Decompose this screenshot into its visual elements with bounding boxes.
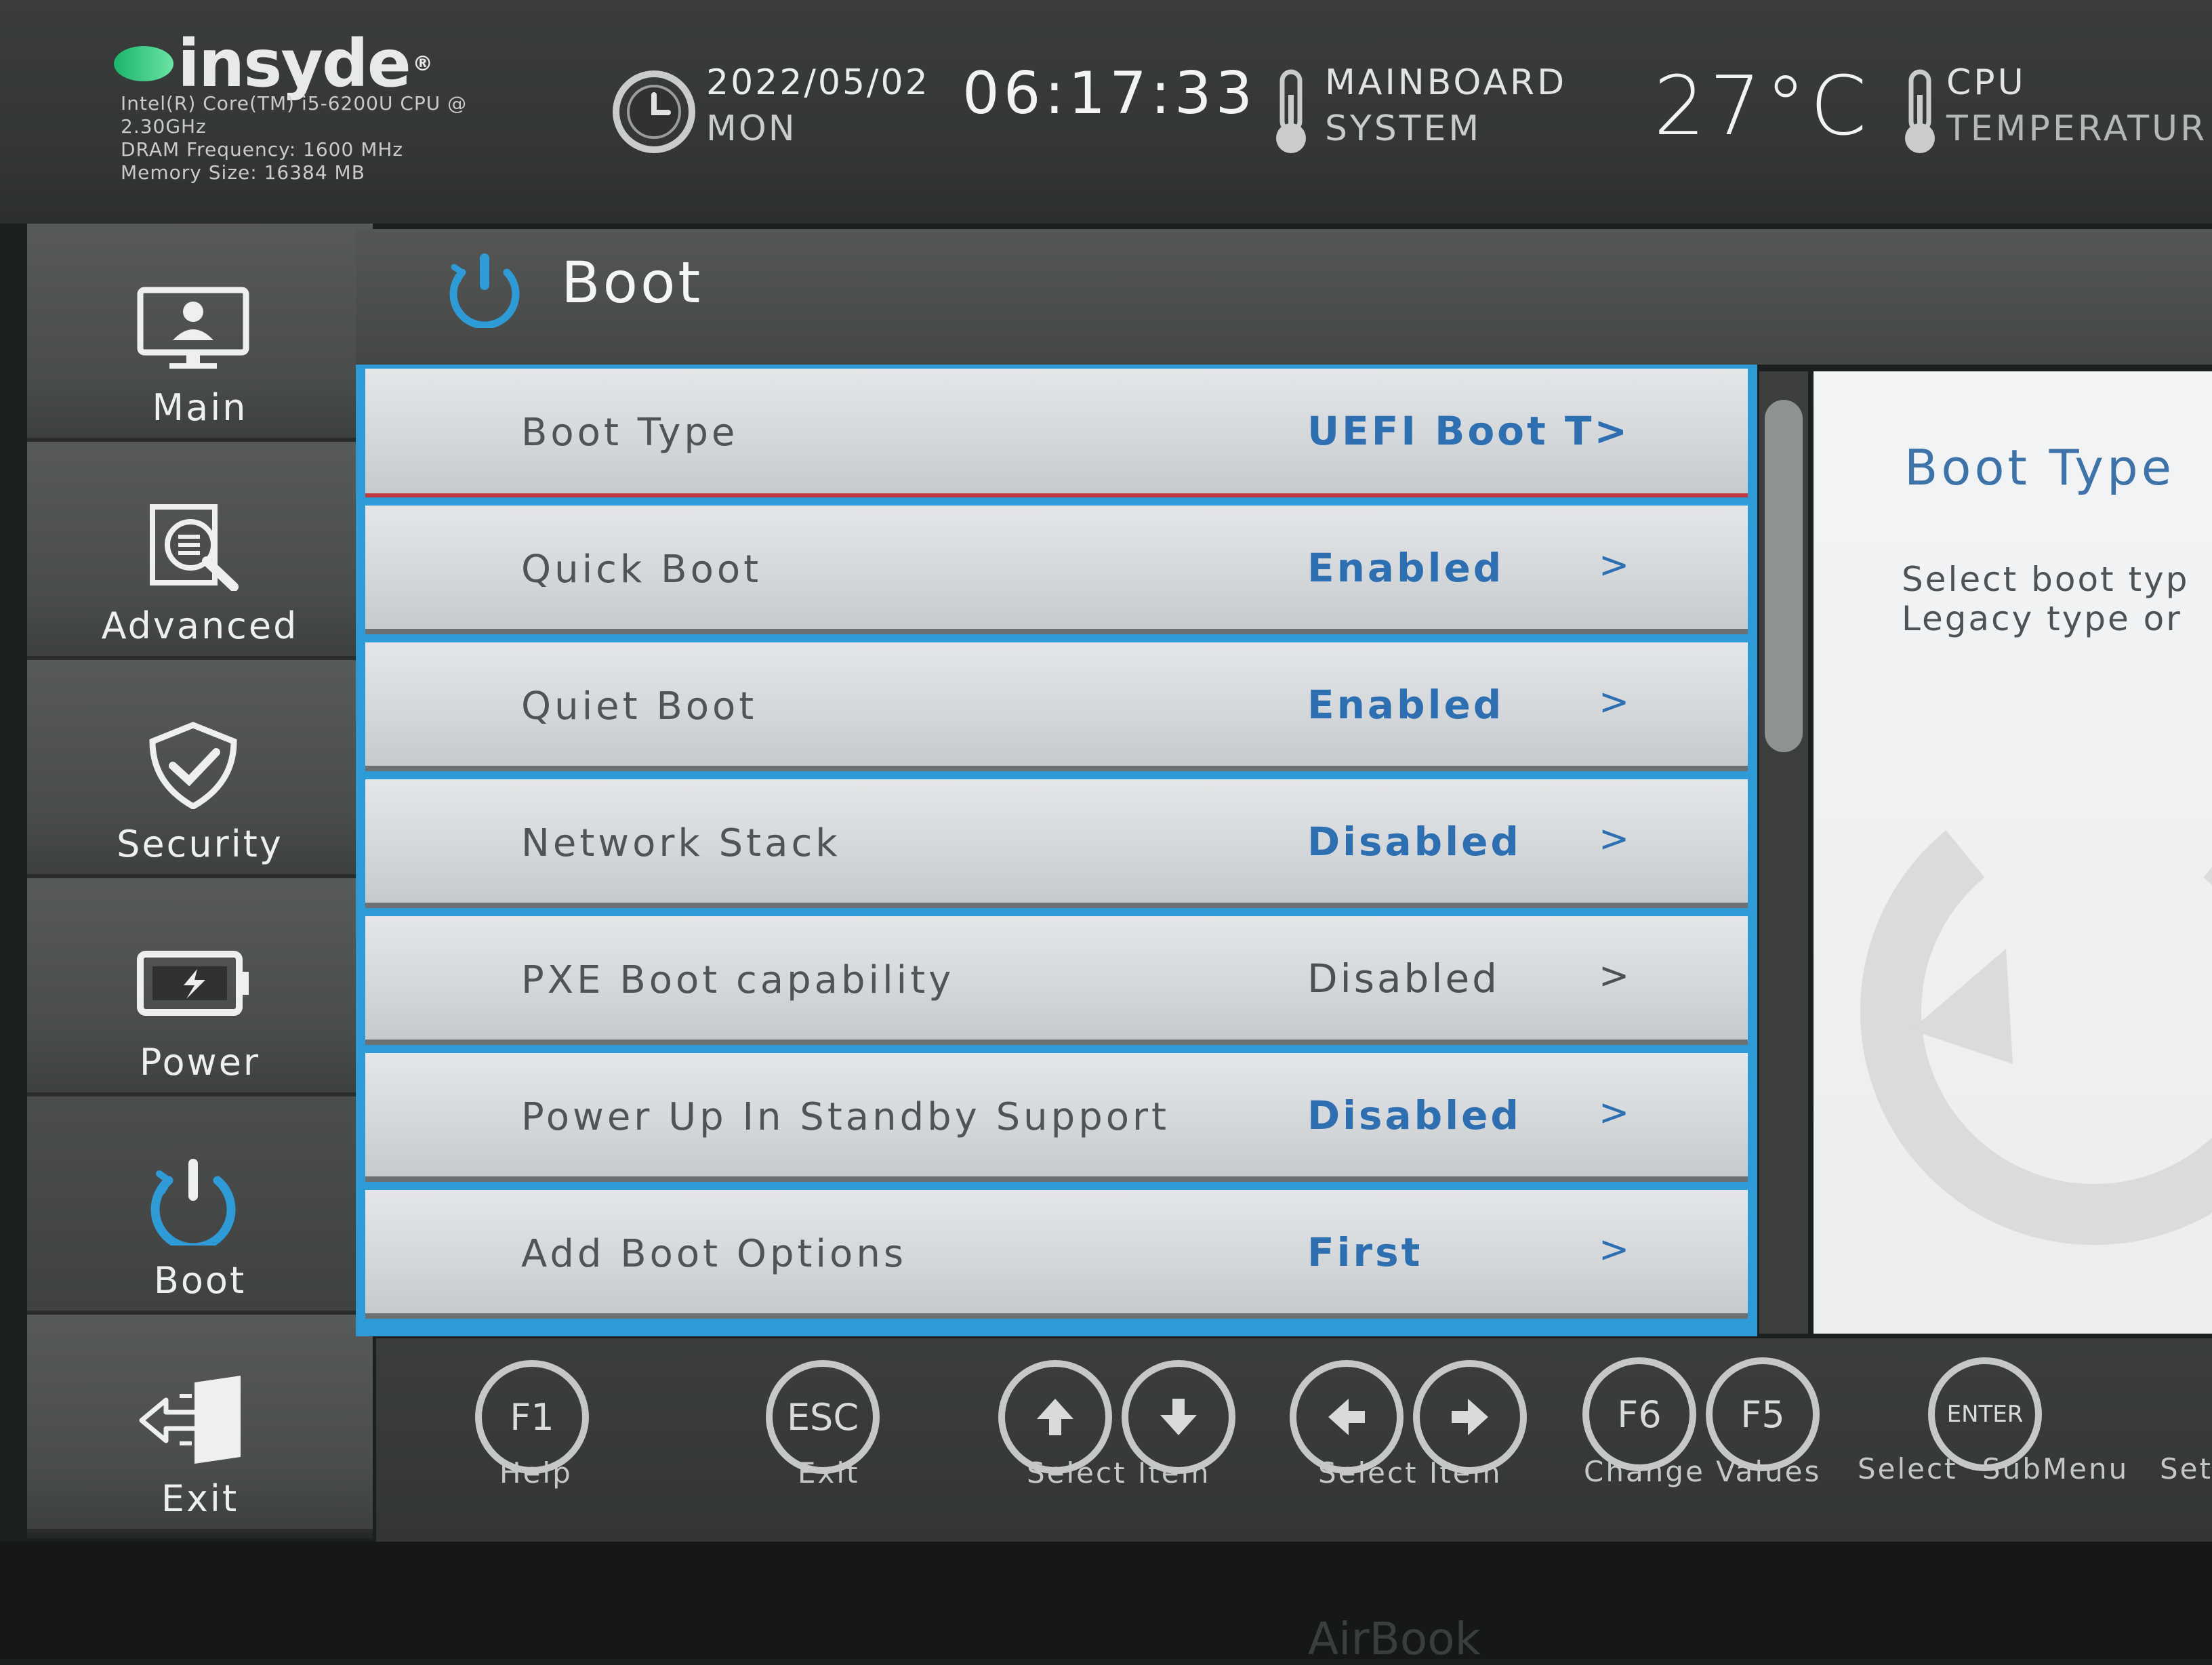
setting-row-power-up-standby[interactable]: Power Up In Standby Support Disabled > [365,1053,1748,1182]
sidebar-item-exit[interactable]: Exit [27,1315,373,1533]
chevron-right-icon: > [1599,1228,1630,1271]
sidebar-item-label: Advanced [101,604,299,647]
setting-value[interactable]: Disabled [1307,1092,1521,1138]
setting-name: Quick Boot [521,548,762,592]
chevron-right-icon: > [1599,817,1630,860]
sidebar-item-main[interactable]: Main [27,224,373,442]
setting-name: Add Boot Options [521,1232,907,1276]
sidebar-item-security[interactable]: Security [27,660,373,878]
logo-swoosh-icon [114,46,173,81]
setting-name: Boot Type [521,411,739,455]
cpu-thermometer-icon [1905,69,1935,153]
setting-name: Network Stack [521,821,841,865]
help-title: Boot Type [1904,439,2175,496]
sidebar: Main Advanced Security Power Boot Exit [27,224,373,1538]
scrollbar-thumb[interactable] [1765,400,1803,752]
mainboard-label: MAINBOARD [1325,62,1568,103]
chevron-right-icon: > [1599,680,1630,723]
settings-list: Boot Type UEFI Boot T> Quick Boot Enable… [356,365,1757,1336]
submenu-label: SubMenu [1982,1452,2129,1485]
setting-row-boot-type[interactable]: Boot Type UEFI Boot T> [365,369,1748,497]
temperature-display: 27°C [1654,60,1871,154]
setting-name: PXE Boot capability [521,958,955,1002]
battery-icon [137,951,249,1016]
help-text-line1: Select boot typ [1902,560,2190,599]
setting-row-quiet-boot[interactable]: Quiet Boot Enabled > [365,642,1748,771]
help-label: Help [499,1456,573,1489]
date-display: 2022/05/02 [706,62,930,103]
setting-row-pxe-boot[interactable]: PXE Boot capability Disabled > [365,916,1748,1045]
page-title: Boot [561,249,703,316]
setting-row-quick-boot[interactable]: Quick Boot Enabled > [365,506,1748,634]
advanced-search-icon [150,504,239,591]
setting-row-add-boot-options[interactable]: Add Boot Options First > [365,1190,1748,1319]
setting-name: Power Up In Standby Support [521,1095,1170,1139]
bezel-brand: AirBook [1308,1613,1481,1665]
power-watermark-icon [1860,830,2212,1246]
insyde-logo: insyde ® [114,26,433,102]
setting-row-network-stack[interactable]: Network Stack Disabled > [365,779,1748,908]
shield-check-icon [149,722,237,809]
sidebar-item-advanced[interactable]: Advanced [27,442,373,660]
cpu-label: CPU [1946,62,2026,103]
clock-icon [613,70,695,153]
day-display: MON [706,108,797,149]
memory-size: Memory Size: 16384 MB [121,161,365,184]
sidebar-item-label: Boot [153,1259,247,1302]
sidebar-item-boot[interactable]: Boot [27,1096,373,1315]
time-display: 06:17:33 [962,60,1257,127]
dram-frequency: DRAM Frequency: 1600 MHz [121,138,404,161]
change-values-label: Change Values [1584,1455,1822,1488]
footer-keybar: F1 Help ESC Exit Select Item Select Item… [376,1338,2212,1542]
setup-label: Set [2160,1452,2212,1485]
sidebar-item-label: Exit [161,1477,239,1520]
power-icon [449,253,520,328]
arrow-down-icon [1160,1399,1197,1435]
setting-value[interactable]: UEFI Boot T> [1307,408,1630,454]
setting-value[interactable]: First [1307,1229,1422,1275]
setting-value[interactable]: Enabled [1307,682,1504,728]
mainboard-thermometer-icon [1276,69,1306,153]
help-text-line2: Legacy type or [1902,599,2182,638]
setting-value[interactable]: Enabled [1307,545,1504,591]
f6-key[interactable]: F6 [1582,1357,1696,1471]
laptop-bezel [0,1542,2212,1659]
chevron-right-icon: > [1599,1091,1630,1134]
f5-key[interactable]: F5 [1706,1357,1820,1471]
select-label: Select [1858,1452,1958,1485]
cpu-info-line2: 2.30GHz [121,115,207,138]
select-item-horizontal-label: Select Item [1318,1456,1502,1489]
select-item-vertical-label: Select Item [1027,1456,1211,1489]
arrow-left-icon [1328,1399,1365,1435]
setting-name: Quiet Boot [521,684,758,728]
exit-label: Exit [798,1456,860,1489]
monitor-user-icon [137,287,249,369]
setting-value[interactable]: Disabled [1307,819,1521,865]
exit-door-icon [139,1376,241,1464]
chevron-right-icon: > [1599,954,1630,997]
cpu-info-line1: Intel(R) Core(TM) i5-6200U CPU @ [121,92,468,115]
arrow-up-icon [1037,1399,1073,1435]
sidebar-item-label: Security [117,823,283,865]
sidebar-item-label: Power [139,1041,261,1084]
sidebar-item-power[interactable]: Power [27,878,373,1096]
cpu-temperature-label: TEMPERATUR [1946,108,2208,149]
setting-value[interactable]: Disabled [1307,955,1500,1002]
arrow-right-icon [1452,1399,1488,1435]
logo-text: insyde [178,26,411,102]
chevron-right-icon: > [1599,543,1630,586]
mainboard-system-label: SYSTEM [1325,108,1482,149]
power-icon [150,1159,236,1246]
sidebar-item-label: Main [152,386,248,429]
